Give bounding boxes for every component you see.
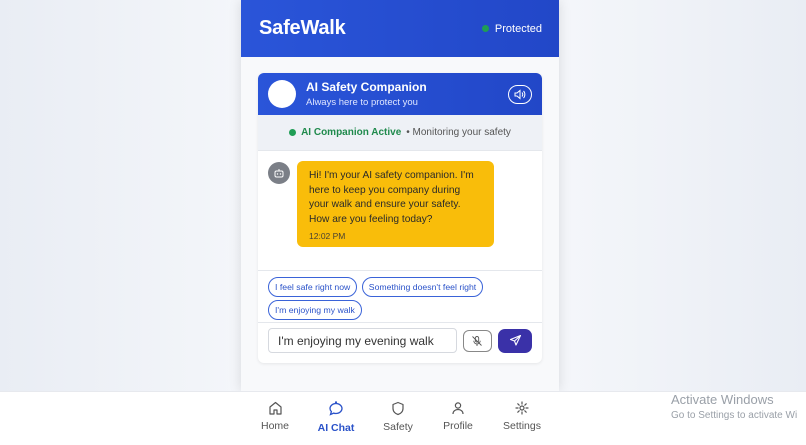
nav-ai-chat[interactable]: AI Chat xyxy=(306,401,366,434)
app-title: SafeWalk xyxy=(259,17,346,39)
nav-settings-label: Settings xyxy=(503,420,541,432)
companion-avatar xyxy=(268,80,296,108)
speaker-icon xyxy=(514,88,526,100)
mic-off-icon xyxy=(472,335,483,346)
quick-replies: I feel safe right now Something doesn't … xyxy=(258,271,542,323)
nav-home[interactable]: Home xyxy=(245,401,305,432)
send-button[interactable] xyxy=(498,328,532,353)
mic-button[interactable] xyxy=(462,329,493,352)
nav-safety[interactable]: Safety xyxy=(368,401,428,433)
companion-active-bar: AI Companion Active • Monitoring your sa… xyxy=(258,115,542,151)
message-time: 12:02 PM xyxy=(309,231,346,241)
gear-icon xyxy=(515,401,529,415)
home-icon xyxy=(268,401,282,415)
app-screen: SafeWalk Protected AI Safety Companion A… xyxy=(241,0,559,391)
app-header: SafeWalk Protected xyxy=(241,0,559,57)
status-dot-icon xyxy=(481,25,489,32)
status-label: Protected xyxy=(494,22,542,35)
quick-reply-chip[interactable]: I feel safe right now xyxy=(268,277,358,297)
nav-safety-label: Safety xyxy=(383,421,413,433)
chat-area[interactable]: Hi! I'm your AI safety companion. I'm he… xyxy=(258,151,542,271)
nav-ai-chat-label: AI Chat xyxy=(317,422,355,434)
bot-message-bubble: Hi! I'm your AI safety companion. I'm he… xyxy=(297,161,494,247)
nav-settings[interactable]: Settings xyxy=(492,401,552,432)
message-input[interactable] xyxy=(268,328,457,353)
robot-icon xyxy=(274,168,284,177)
nav-profile[interactable]: Profile xyxy=(428,401,488,432)
monitoring-label: • Monitoring your safety xyxy=(406,127,511,138)
companion-header: AI Safety Companion Always here to prote… xyxy=(258,73,542,115)
active-label: AI Companion Active xyxy=(301,127,402,138)
activation-watermark: Activate Windows Go to Settings to activ… xyxy=(671,392,797,421)
nav-home-label: Home xyxy=(260,420,289,432)
companion-card: AI Safety Companion Always here to prote… xyxy=(258,73,542,363)
bot-avatar xyxy=(268,162,290,184)
active-dot-icon xyxy=(289,129,297,136)
watermark-title: Activate Windows xyxy=(671,392,774,407)
watermark-subtitle: Go to Settings to activate Wi xyxy=(671,410,798,421)
message-composer xyxy=(258,323,542,358)
companion-title: AI Safety Companion xyxy=(306,80,427,94)
speaker-button[interactable] xyxy=(508,84,532,104)
shield-icon xyxy=(392,401,404,416)
nav-profile-label: Profile xyxy=(443,420,473,432)
quick-reply-chip[interactable]: I'm enjoying my walk xyxy=(268,300,362,320)
bot-message-text: Hi! I'm your AI safety companion. I'm he… xyxy=(309,170,474,225)
companion-subtitle: Always here to protect you xyxy=(306,97,418,108)
chat-bubble-icon xyxy=(329,401,343,416)
protection-status: Protected xyxy=(481,22,542,35)
bottom-nav: Home AI Chat Safety Profile Settings Act… xyxy=(0,391,806,445)
quick-reply-chip[interactable]: Something doesn't feel right xyxy=(361,277,484,297)
send-icon xyxy=(509,334,521,346)
user-icon xyxy=(452,402,464,415)
